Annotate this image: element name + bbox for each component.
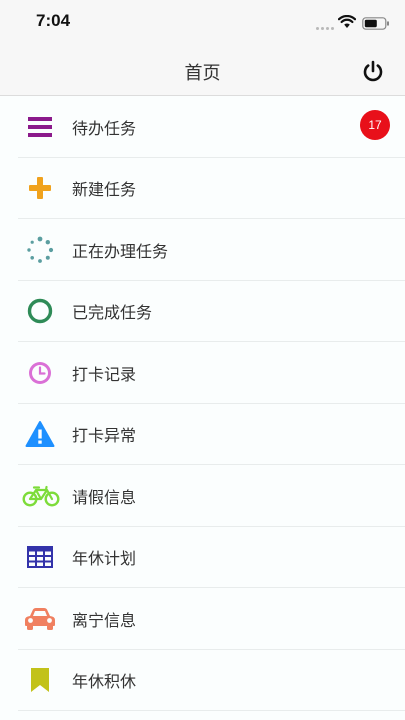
home-screen: 7:04 首页 待办任务 17 新建任务 正在办理任务 已完成任务 打卡记录 打… xyxy=(0,0,405,720)
calendar-grid-icon xyxy=(23,540,57,574)
menu-lines-icon xyxy=(23,110,57,144)
menu-item-clock-in-exceptions[interactable]: 打卡异常 xyxy=(0,404,405,466)
menu-item-tasks-in-progress[interactable]: 正在办理任务 xyxy=(0,219,405,281)
bicycle-icon xyxy=(21,479,61,513)
menu-item-label: 正在办理任务 xyxy=(72,241,169,261)
circle-icon xyxy=(23,294,57,328)
clock-icon xyxy=(23,356,57,390)
menu-item-completed-tasks[interactable]: 已完成任务 xyxy=(0,281,405,343)
menu-item-pending-tasks[interactable]: 待办任务 17 xyxy=(0,96,405,158)
status-time: 7:04 xyxy=(36,11,71,30)
menu-item-annual-leave-accrual[interactable]: 年休积休 xyxy=(0,650,405,712)
menu-item-label: 打卡异常 xyxy=(72,426,137,446)
menu-item-label: 年休计划 xyxy=(72,549,137,569)
menu-item-label: 打卡记录 xyxy=(72,364,137,384)
power-icon xyxy=(363,60,383,82)
navigation-bar: 首页 xyxy=(0,44,405,96)
wifi-icon xyxy=(338,15,356,28)
car-icon xyxy=(23,602,57,636)
menu-item-label: 新建任务 xyxy=(72,180,137,200)
status-bar: 7:04 xyxy=(0,0,405,44)
battery-icon xyxy=(362,17,389,30)
spinner-icon xyxy=(23,233,57,267)
menu-item-label: 离宁信息 xyxy=(72,610,137,630)
menu-item-clock-in-records[interactable]: 打卡记录 xyxy=(0,342,405,404)
cellular-signal-icon xyxy=(316,27,334,30)
menu-item-leave-info[interactable]: 请假信息 xyxy=(0,465,405,527)
menu-item-new-task[interactable]: 新建任务 xyxy=(0,158,405,220)
menu-item-label: 请假信息 xyxy=(72,487,137,507)
logout-button[interactable] xyxy=(360,58,386,84)
menu-item-annual-leave-plan[interactable]: 年休计划 xyxy=(0,527,405,589)
menu-item-label: 已完成任务 xyxy=(72,303,153,323)
page-title: 首页 xyxy=(184,63,221,84)
menu-list: 待办任务 17 新建任务 正在办理任务 已完成任务 打卡记录 打卡异常 请假信息… xyxy=(0,96,405,711)
notification-badge: 17 xyxy=(360,110,390,140)
menu-item-label: 年休积休 xyxy=(72,672,137,692)
warning-icon xyxy=(23,417,57,451)
bookmark-icon xyxy=(23,663,57,697)
menu-item-label: 待办任务 xyxy=(72,118,137,138)
plus-icon xyxy=(23,171,57,205)
menu-item-leaving-nanjing-info[interactable]: 离宁信息 xyxy=(0,588,405,650)
